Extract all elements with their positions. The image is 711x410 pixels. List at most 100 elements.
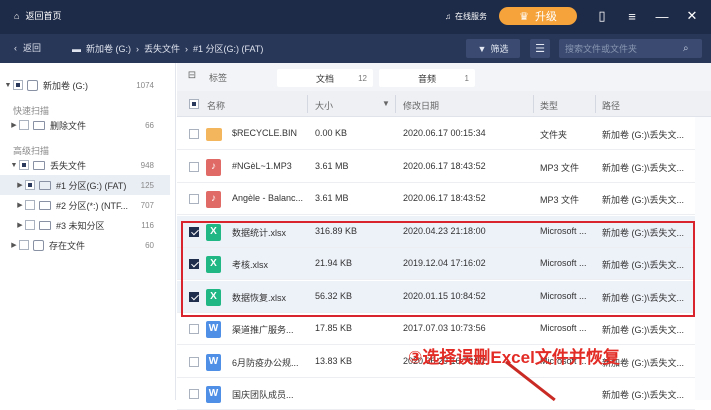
file-path: 新加卷 (G:)\丢失文...	[602, 325, 684, 335]
checkbox[interactable]	[19, 240, 29, 250]
vertical-scrollbar[interactable]	[695, 117, 711, 400]
item-count: 125	[140, 180, 154, 190]
sort-desc-icon[interactable]: ▼	[382, 99, 390, 108]
breadcrumb-item[interactable]: 新加卷 (G:)	[86, 42, 131, 55]
file-size: 3.61 MB	[315, 160, 349, 171]
table-row[interactable]: X 考核.xlsx 21.94 KB 2019.12.04 17:16:02 Micro…	[177, 248, 695, 280]
item-count: 1074	[136, 80, 154, 90]
upgrade-button[interactable]: ♛ 升级	[499, 7, 577, 25]
select-all-checkbox[interactable]	[189, 99, 199, 109]
home-button[interactable]: ⌂ 返回首页	[14, 9, 61, 22]
table-row[interactable]: ♪ #NGèL~1.MP3 3.61 MB 2020.06.17 18:43:52 MP…	[177, 150, 695, 183]
tab-audio[interactable]: 音频 1	[379, 69, 475, 87]
column-path[interactable]: 路径	[602, 99, 620, 112]
sidebar-item-partition-1[interactable]: ▶ #1 分区(G:) (FAT) 125	[0, 175, 170, 195]
info-icon[interactable]: ▯	[591, 5, 613, 27]
file-name: 6月防疫办公规...	[232, 357, 299, 368]
checkbox[interactable]	[25, 180, 35, 190]
table-row[interactable]: ♪ Angèle - Balanc... 3.61 MB 2020.06.17 18:…	[177, 183, 695, 215]
row-checkbox[interactable]	[189, 291, 199, 302]
sidebar-item-root[interactable]: ▼ 新加卷 (G:) 1074	[0, 75, 170, 95]
mp3-file-icon: ♪	[206, 191, 221, 208]
table-row[interactable]: X 数据恢复.xlsx 56.32 KB 2020.01.15 10:84:52 Mic…	[177, 280, 695, 313]
checkbox[interactable]	[13, 80, 23, 90]
table-row[interactable]: W 国庆团队成员... 新加卷 (G:)\丢失文...	[177, 378, 695, 410]
file-name: 考核.xlsx	[232, 260, 269, 270]
collapse-icon[interactable]: ⊟	[185, 70, 199, 84]
chevron-right-icon[interactable]: ▶	[15, 221, 25, 229]
column-divider[interactable]	[307, 95, 308, 113]
sidebar-item-existing[interactable]: ▶ 存在文件 60	[0, 235, 170, 255]
breadcrumb-item[interactable]: 丢失文件	[144, 42, 180, 55]
folder-icon	[206, 128, 222, 141]
file-type: 文件夹	[540, 130, 568, 140]
table-row[interactable]: X 数据统计.xlsx 316.89 KB 2020.04.23 21:18:00 Mi…	[177, 215, 695, 248]
chevron-right-icon[interactable]: ▶	[9, 241, 19, 249]
checkbox[interactable]	[19, 120, 29, 130]
column-type[interactable]: 类型	[540, 99, 558, 112]
row-checkbox[interactable]	[189, 259, 199, 269]
column-divider[interactable]	[395, 95, 396, 113]
drive-icon	[33, 239, 44, 251]
checkbox[interactable]	[25, 220, 35, 230]
chevron-down-icon[interactable]: ▼	[9, 162, 19, 169]
folder-icon	[33, 120, 45, 130]
search-icon[interactable]: ⌕	[683, 43, 689, 54]
chevron-down-icon[interactable]: ▼	[3, 82, 13, 89]
row-checkbox[interactable]	[189, 324, 199, 334]
sidebar-item-label: 删除文件	[50, 120, 87, 131]
search-box[interactable]: ⌕	[559, 39, 702, 58]
column-divider[interactable]	[595, 95, 596, 113]
file-name: 数据恢复.xlsx	[232, 292, 287, 303]
column-divider[interactable]	[533, 95, 534, 113]
checkbox[interactable]	[25, 200, 35, 210]
column-size[interactable]: 大小	[315, 99, 333, 112]
breadcrumb-separator: ›	[185, 43, 189, 54]
sidebar-item-partition-3[interactable]: ▶ #3 未知分区 116	[0, 215, 170, 235]
chevron-right-icon[interactable]: ▶	[15, 201, 25, 209]
view-toggle-button[interactable]: ☰	[530, 39, 550, 58]
chevron-right-icon[interactable]: ▶	[9, 121, 19, 129]
list-icon: ☰	[535, 43, 545, 55]
tab-count: 12	[358, 73, 367, 83]
row-checkbox[interactable]	[189, 226, 199, 237]
close-icon[interactable]: ✕	[681, 5, 703, 27]
excel-file-icon: X	[206, 256, 221, 273]
item-count: 60	[145, 240, 154, 250]
minimize-icon[interactable]: —	[651, 5, 673, 27]
item-count: 707	[140, 200, 154, 210]
sidebar-item-deleted[interactable]: ▶ 删除文件 66	[0, 115, 170, 135]
row-checkbox[interactable]	[189, 194, 199, 204]
column-date[interactable]: 修改日期	[403, 99, 439, 112]
tag-label: 标签	[209, 73, 228, 83]
breadcrumb-item[interactable]: #1 分区(G:) (FAT)	[193, 42, 263, 55]
file-date: 2020.04.23 21:18:00	[403, 225, 486, 236]
row-checkbox[interactable]	[189, 356, 199, 367]
row-checkbox[interactable]	[189, 161, 199, 172]
sidebar-item-partition-2[interactable]: ▶ #2 分区(*:) (NTF... 707	[0, 195, 170, 215]
menu-icon[interactable]: ≡	[621, 5, 643, 27]
chevron-left-icon: ‹	[14, 42, 17, 53]
table-row[interactable]: $RECYCLE.BIN 0.00 KB 2020.06.17 00:15:34 文件…	[177, 118, 695, 150]
sidebar-item-lost[interactable]: ▼ 丢失文件 948	[0, 155, 170, 175]
excel-file-icon: X	[206, 288, 221, 306]
back-button[interactable]: ‹ 返回	[14, 41, 41, 54]
back-label: 返回	[23, 43, 42, 53]
row-checkbox[interactable]	[189, 129, 199, 139]
chevron-right-icon[interactable]: ▶	[15, 181, 25, 189]
file-size: 17.85 KB	[315, 323, 353, 333]
column-name[interactable]: 名称	[207, 99, 225, 112]
file-size: 21.94 KB	[315, 258, 353, 268]
file-date: 2020.06.17 18:43:52	[403, 160, 486, 171]
tab-documents[interactable]: 文档 12	[277, 69, 373, 87]
checkbox[interactable]	[19, 160, 29, 170]
upgrade-label: 升级	[534, 11, 557, 23]
search-input[interactable]	[565, 43, 683, 54]
title-bar: ⌂ 返回首页 ♫ 在线服务 ♛ 升级 ▯ ≡ — ✕	[0, 0, 711, 34]
row-checkbox[interactable]	[189, 389, 199, 399]
table-row[interactable]: W 渠道推广服务... 17.85 KB 2017.07.03 10:73:56 Mic…	[177, 313, 695, 345]
online-service-button[interactable]: ♫ 在线服务	[445, 11, 487, 22]
file-path: 新加卷 (G:)\丢失文...	[602, 292, 684, 303]
filter-button[interactable]: ▼ 筛选	[466, 39, 520, 58]
file-date: 2017.07.03 10:73:56	[403, 323, 486, 333]
